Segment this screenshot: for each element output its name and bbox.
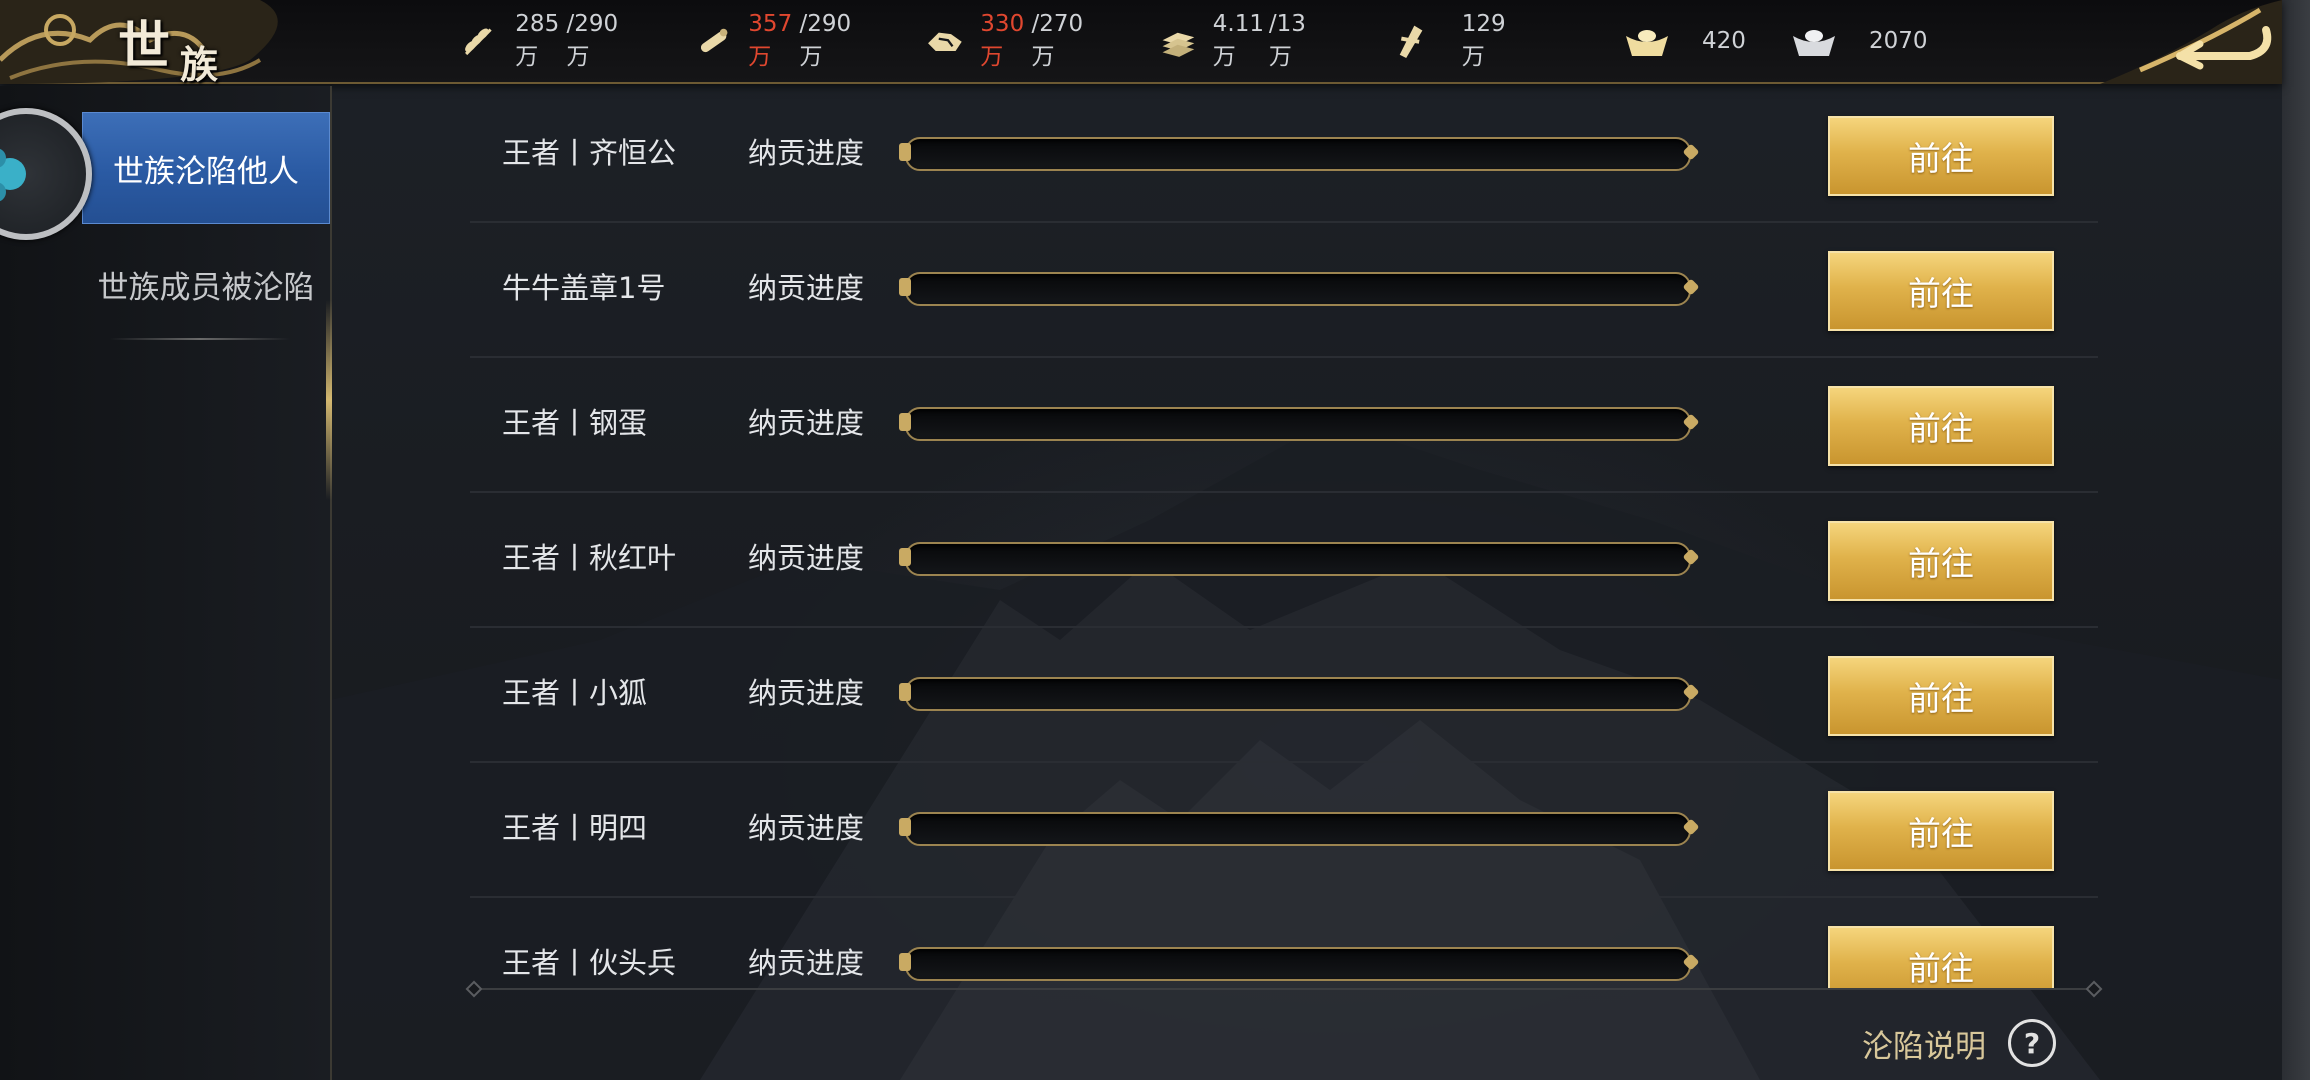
question-icon: ? [2008,1019,2056,1067]
tab-divider [110,338,290,340]
list-bottom-divider [474,988,2094,990]
resource-grain: 285万/290万 [460,0,624,82]
bar-cap-left [899,953,911,971]
progress-label: 纳贡进度 [748,406,865,440]
list-item: 王者丨明四 纳贡进度 前往 [470,761,2098,898]
bar-cap-left [899,278,911,296]
decree-icon [1399,25,1423,59]
back-button[interactable] [2100,0,2282,84]
member-name: 王者丨秋红叶 [502,541,677,575]
bar-cap-right [1682,818,1700,836]
decree-current: 129万 [1461,11,1506,70]
list-item: 王者丨小狐 纳贡进度 前往 [470,626,2098,763]
bar-cap-left [899,683,911,701]
tribute-progress-bar [899,947,1700,981]
tribute-progress-bar [899,542,1700,576]
avatar[interactable] [0,108,92,240]
wood-max: /290万 [799,11,852,70]
title-char-1: 世 [118,16,171,77]
tribute-progress-bar [899,677,1700,711]
go-button[interactable]: 前往 [1828,386,2054,466]
member-name: 王者丨明四 [502,811,648,845]
gold-ingot-icon [1626,30,1668,56]
top-bar: 世 族 285万/290万 357万/290万 330万/270万 4.11万 … [0,0,2282,87]
bar-cap-right [1682,548,1700,566]
member-name: 王者丨小狐 [502,676,648,710]
list-item: 王者丨秋红叶 纳贡进度 前往 [470,491,2098,628]
silver-ingot-icon [1793,30,1835,56]
clan-list: 王者丨齐恒公 纳贡进度 前往 牛牛盖章1号 纳贡进度 前往 王者丨钢蛋 纳贡进度… [470,86,2098,990]
conquer-help-button[interactable]: 沦陷说明 ? [1862,1018,2056,1068]
title-char-2: 族 [180,42,219,87]
help-label: 沦陷说明 [1862,1028,1986,1065]
member-name: 王者丨伙头兵 [502,946,677,980]
wood-icon [700,28,728,53]
go-button[interactable]: 前往 [1828,251,2054,331]
tribute-progress-bar [899,137,1700,171]
progress-label: 纳贡进度 [748,271,865,305]
iron-icon [1162,32,1195,57]
iron-max: /13万 [1268,11,1306,70]
go-button[interactable]: 前往 [1828,116,2054,196]
resource-gold: 420 [1620,0,1746,82]
iron-current: 4.11万 [1212,11,1265,70]
list-item: 牛牛盖章1号 纳贡进度 前往 [470,221,2098,358]
back-arrow-icon [2100,0,2282,84]
bar-cap-left [899,413,911,431]
stone-current: 330万 [980,11,1025,70]
clan-title-banner: 世 族 [0,0,330,87]
bar-cap-right [1682,413,1700,431]
progress-label: 纳贡进度 [748,136,865,170]
resource-wood: 357万/290万 [693,0,857,82]
bar-cap-left [899,818,911,836]
bar-cap-left [899,548,911,566]
gold-current: 420 [1702,28,1746,54]
sidebar-glow [326,300,332,500]
stone-max: /270万 [1031,11,1084,70]
tab-members-conquered[interactable]: 世族成员被沦陷 [82,228,330,340]
list-item: 王者丨钢蛋 纳贡进度 前往 [470,356,2098,493]
silver-current: 2070 [1869,28,1928,54]
list-item: 王者丨齐恒公 纳贡进度 前往 [470,86,2098,223]
list-item: 王者丨伙头兵 纳贡进度 前往 [470,896,2098,990]
stone-icon [928,32,962,51]
member-name: 牛牛盖章1号 [502,271,666,305]
resource-decree: 129万 [1390,0,1516,82]
resource-silver: 2070 [1787,0,1928,82]
bar-cap-right [1682,683,1700,701]
bar-cap-right [1682,143,1700,161]
go-button[interactable]: 前往 [1828,926,2054,990]
progress-label: 纳贡进度 [748,676,865,710]
bar-cap-right [1682,953,1700,971]
tribute-progress-bar [899,272,1700,306]
tab-clan-conquer-others[interactable]: 世族沦陷他人 [82,112,330,224]
go-button[interactable]: 前往 [1828,791,2054,871]
tribute-progress-bar [899,812,1700,846]
resource-iron: 4.11万/13万 [1158,0,1314,82]
grain-icon [465,28,492,56]
bar-cap-right [1682,278,1700,296]
member-name: 王者丨齐恒公 [502,136,677,170]
progress-label: 纳贡进度 [748,811,865,845]
go-button[interactable]: 前往 [1828,521,2054,601]
bar-cap-left [899,143,911,161]
right-edge-strip [2282,0,2310,1080]
progress-label: 纳贡进度 [748,541,865,575]
resource-stone: 330万/270万 [925,0,1089,82]
grain-max: /290万 [566,11,619,70]
member-name: 王者丨钢蛋 [502,406,648,440]
flower-emblem-icon [0,148,26,202]
wood-current: 357万 [748,11,793,70]
progress-label: 纳贡进度 [748,946,865,980]
tribute-progress-bar [899,407,1700,441]
go-button[interactable]: 前往 [1828,656,2054,736]
grain-current: 285万 [515,11,560,70]
